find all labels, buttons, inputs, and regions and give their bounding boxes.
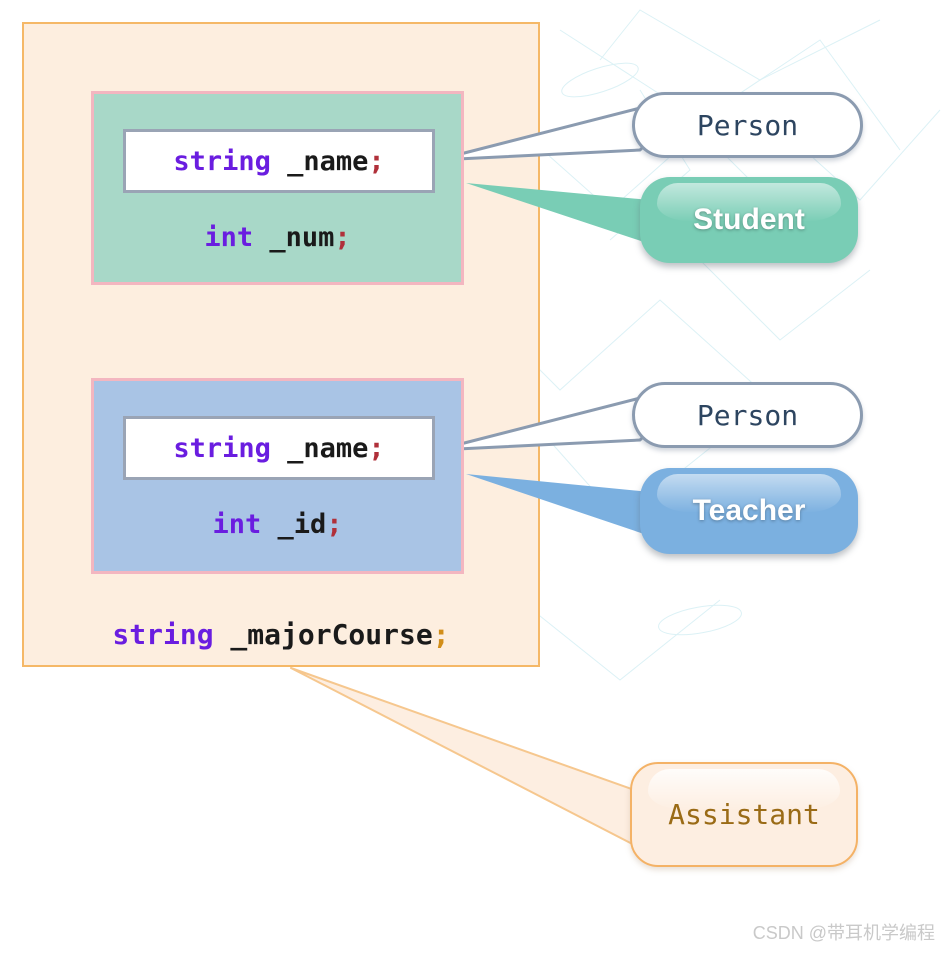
student-name-code-line: string _name; — [173, 146, 384, 177]
teacher-member-layout-box: string _name; int _id; — [91, 378, 464, 574]
badge-assistant-label: Assistant — [668, 798, 820, 831]
student-member-layout-box: string _name; int _num; — [91, 91, 464, 285]
student-name-keyword: string — [173, 145, 271, 177]
teacher-id-code-line: int _id; — [212, 509, 342, 540]
student-num-identifier: _num — [253, 222, 335, 253]
badge-teacher[interactable]: Teacher — [640, 468, 858, 554]
teacher-id-identifier: _id — [261, 509, 327, 540]
callout-person-student-label: Person — [696, 108, 799, 142]
callout-person-teacher-label: Person — [696, 398, 799, 432]
csdn-watermark: CSDN @带耳机学编程 — [752, 923, 935, 943]
student-num-terminator: ; — [334, 222, 351, 253]
badge-student-label: Student — [693, 203, 805, 236]
teacher-id-terminator: ; — [326, 509, 343, 540]
connector-container-to-assistant — [290, 667, 641, 849]
student-name-identifier: _name — [270, 145, 369, 177]
badge-assistant[interactable]: Assistant — [630, 762, 858, 867]
teacher-id-keyword: int — [212, 509, 262, 540]
teacher-inherited-name-field: string _name; — [123, 416, 435, 480]
teacher-name-terminator: ; — [368, 432, 385, 464]
teacher-name-identifier: _name — [270, 432, 369, 464]
teacher-name-code-line: string _name; — [173, 433, 384, 464]
badge-teacher-label: Teacher — [692, 494, 806, 527]
student-num-keyword: int — [204, 222, 254, 253]
student-inherited-name-field: string _name; — [123, 129, 435, 193]
teacher-own-field: int _id; — [94, 509, 461, 540]
teacher-name-keyword: string — [173, 432, 271, 464]
student-num-code-line: int _num; — [204, 222, 350, 253]
student-own-field: int _num; — [94, 222, 461, 253]
badge-student[interactable]: Student — [640, 177, 858, 263]
student-name-terminator: ; — [368, 145, 385, 177]
callout-person-teacher[interactable]: Person — [632, 382, 863, 448]
callout-person-student[interactable]: Person — [632, 92, 863, 158]
